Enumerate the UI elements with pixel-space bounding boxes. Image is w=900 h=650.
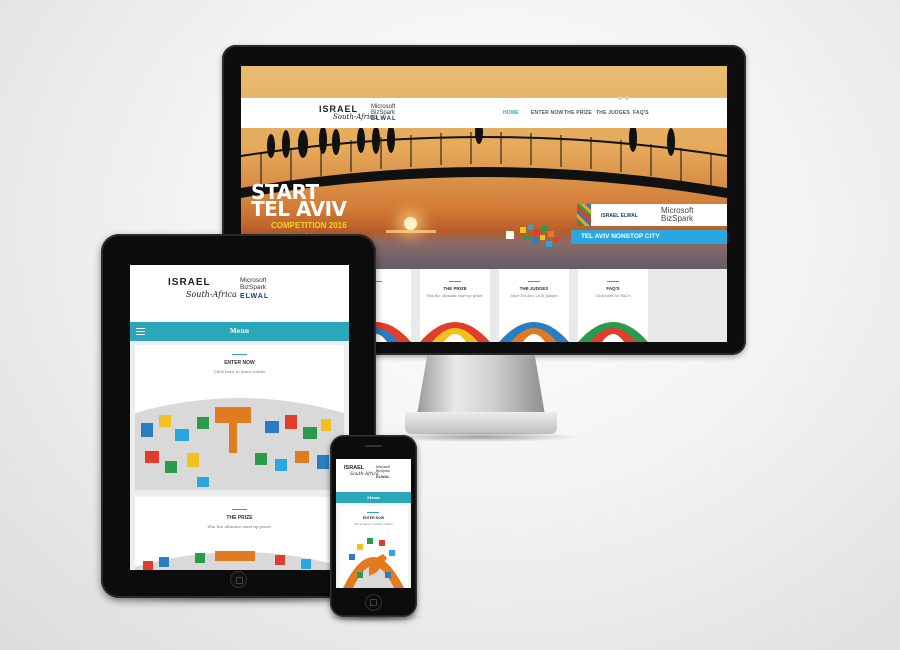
competition-label: COMPETITION 2016: [271, 221, 347, 230]
card-accent-bar: [607, 281, 619, 282]
phone-card-enter-now[interactable]: ENTER NOW Click here to enter online: [339, 506, 408, 588]
tablet-card-enter-now[interactable]: ENTER NOW Click here to enter online: [135, 345, 344, 490]
tablet-card-the-prize[interactable]: THE PRIZE Win the ultimate start-up priz…: [135, 497, 344, 570]
tablet-home-button[interactable]: [230, 571, 247, 588]
nonstop-city-banner: TEL AVIV NONSTOP CITY: [571, 230, 727, 244]
hamburger-icon[interactable]: [136, 328, 145, 335]
card-subtitle: Click here to enter online: [354, 522, 393, 526]
logo-south-africa: South-Africa: [350, 472, 379, 477]
nav-the-judges[interactable]: THE JUDGES: [596, 110, 630, 116]
card-the-prize[interactable]: THE PRIZE Win the ultimate start-up priz…: [420, 269, 490, 342]
start-tel-aviv-title: START TEL AVIV: [251, 180, 347, 221]
card-title: THE PRIZE: [443, 286, 467, 291]
tablet-menu-bar[interactable]: Menu: [130, 322, 349, 341]
logo-south-africa: South-Africa: [186, 290, 237, 299]
logo-microsoft: Microsoft BizSpark: [240, 277, 267, 291]
card-accent-bar: [449, 281, 461, 282]
mosaic-art: [420, 322, 490, 342]
mosaic-art: [343, 538, 404, 588]
card-title: ENTER NOW: [362, 516, 385, 520]
card-subtitle: Click here for FAQ's: [595, 294, 631, 298]
nav-home[interactable]: HOME: [503, 110, 519, 116]
card-title: THE JUDGES: [519, 286, 549, 291]
mosaic-art: [135, 551, 344, 570]
card-faqs[interactable]: FAQ'S Click here for FAQ's: [578, 269, 648, 342]
phone-speaker: [365, 445, 382, 447]
social-dot-icon[interactable]: [625, 96, 629, 100]
card-title: FAQ'S: [606, 286, 620, 291]
card-the-judges[interactable]: THE JUDGES Start Tel Aviv 2016 Judges: [499, 269, 569, 342]
logo-elal: ELWAL: [371, 116, 397, 122]
card-subtitle: Click here to enter online: [213, 369, 266, 374]
nav-faqs[interactable]: FAQ'S: [633, 110, 649, 116]
sponsor-banner-stripe: [577, 204, 591, 226]
logo-microsoft: Microsoft BizSpark: [371, 104, 396, 116]
phone-site-logo[interactable]: ISRAEL South-Africa Microsoft BizSpark EL…: [344, 465, 404, 487]
card-accent-bar: [367, 512, 379, 513]
phone-home-button[interactable]: [365, 594, 382, 611]
phone-menu-bar[interactable]: Menu: [336, 492, 411, 503]
site-logo[interactable]: ISRAEL South-Africa Microsoft BizSpark EL…: [319, 104, 439, 124]
social-dot-icon[interactable]: [618, 96, 622, 100]
card-subtitle: Win the ultimate start-up prize!: [426, 294, 484, 298]
phone-site-header: ISRAEL South-Africa Microsoft BizSpark EL…: [336, 459, 411, 492]
desktop-site-header: ISRAEL South-Africa Microsoft BizSpark EL…: [241, 98, 727, 128]
menu-label: Menu: [229, 328, 250, 335]
nav-the-prize[interactable]: THE PRIZE: [564, 110, 592, 116]
logo-microsoft: Microsoft BizSpark: [376, 465, 391, 473]
nav-enter-now[interactable]: ENTER NOW: [531, 110, 563, 116]
monitor-stand-base: [405, 412, 557, 434]
card-accent-bar: [528, 281, 540, 282]
tablet-site-header: ISRAEL South-Africa Microsoft BizSpark EL…: [130, 265, 349, 322]
logo-israel: ISRAEL: [344, 465, 365, 471]
mosaic-art: [499, 322, 569, 342]
tablet-screen: ISRAEL South-Africa Microsoft BizSpark EL…: [130, 265, 349, 570]
sponsor-banner-microsoft: Microsoft BizSpark: [661, 206, 694, 223]
card-title: ENTER NOW: [224, 360, 255, 366]
mosaic-art: [578, 322, 648, 342]
card-accent-bar: [232, 509, 247, 510]
sponsor-banner-logos: ISRAEL ELWAL: [601, 213, 638, 219]
phone-device: ISRAEL South-Africa Microsoft BizSpark EL…: [330, 435, 417, 617]
tel-aviv-mosaic-logo: [506, 225, 559, 247]
logo-elal: ELWAL: [376, 474, 390, 479]
card-subtitle: Start Tel Aviv 2016 Judges: [510, 294, 558, 298]
logo-israel: ISRAEL: [168, 277, 211, 288]
menu-label: Menu: [367, 495, 380, 500]
card-accent-bar: [232, 354, 247, 355]
tablet-site-logo[interactable]: ISRAEL South-Africa Microsoft BizSpark EL…: [168, 277, 318, 313]
logo-elal: ELWAL: [240, 293, 270, 300]
mosaic-art: [135, 398, 344, 490]
card-subtitle: Win the ultimate start-up prize!: [207, 524, 272, 529]
card-title: THE PRIZE: [226, 515, 253, 521]
monitor-stand-neck: [417, 355, 545, 415]
phone-screen: ISRAEL South-Africa Microsoft BizSpark EL…: [336, 459, 411, 588]
